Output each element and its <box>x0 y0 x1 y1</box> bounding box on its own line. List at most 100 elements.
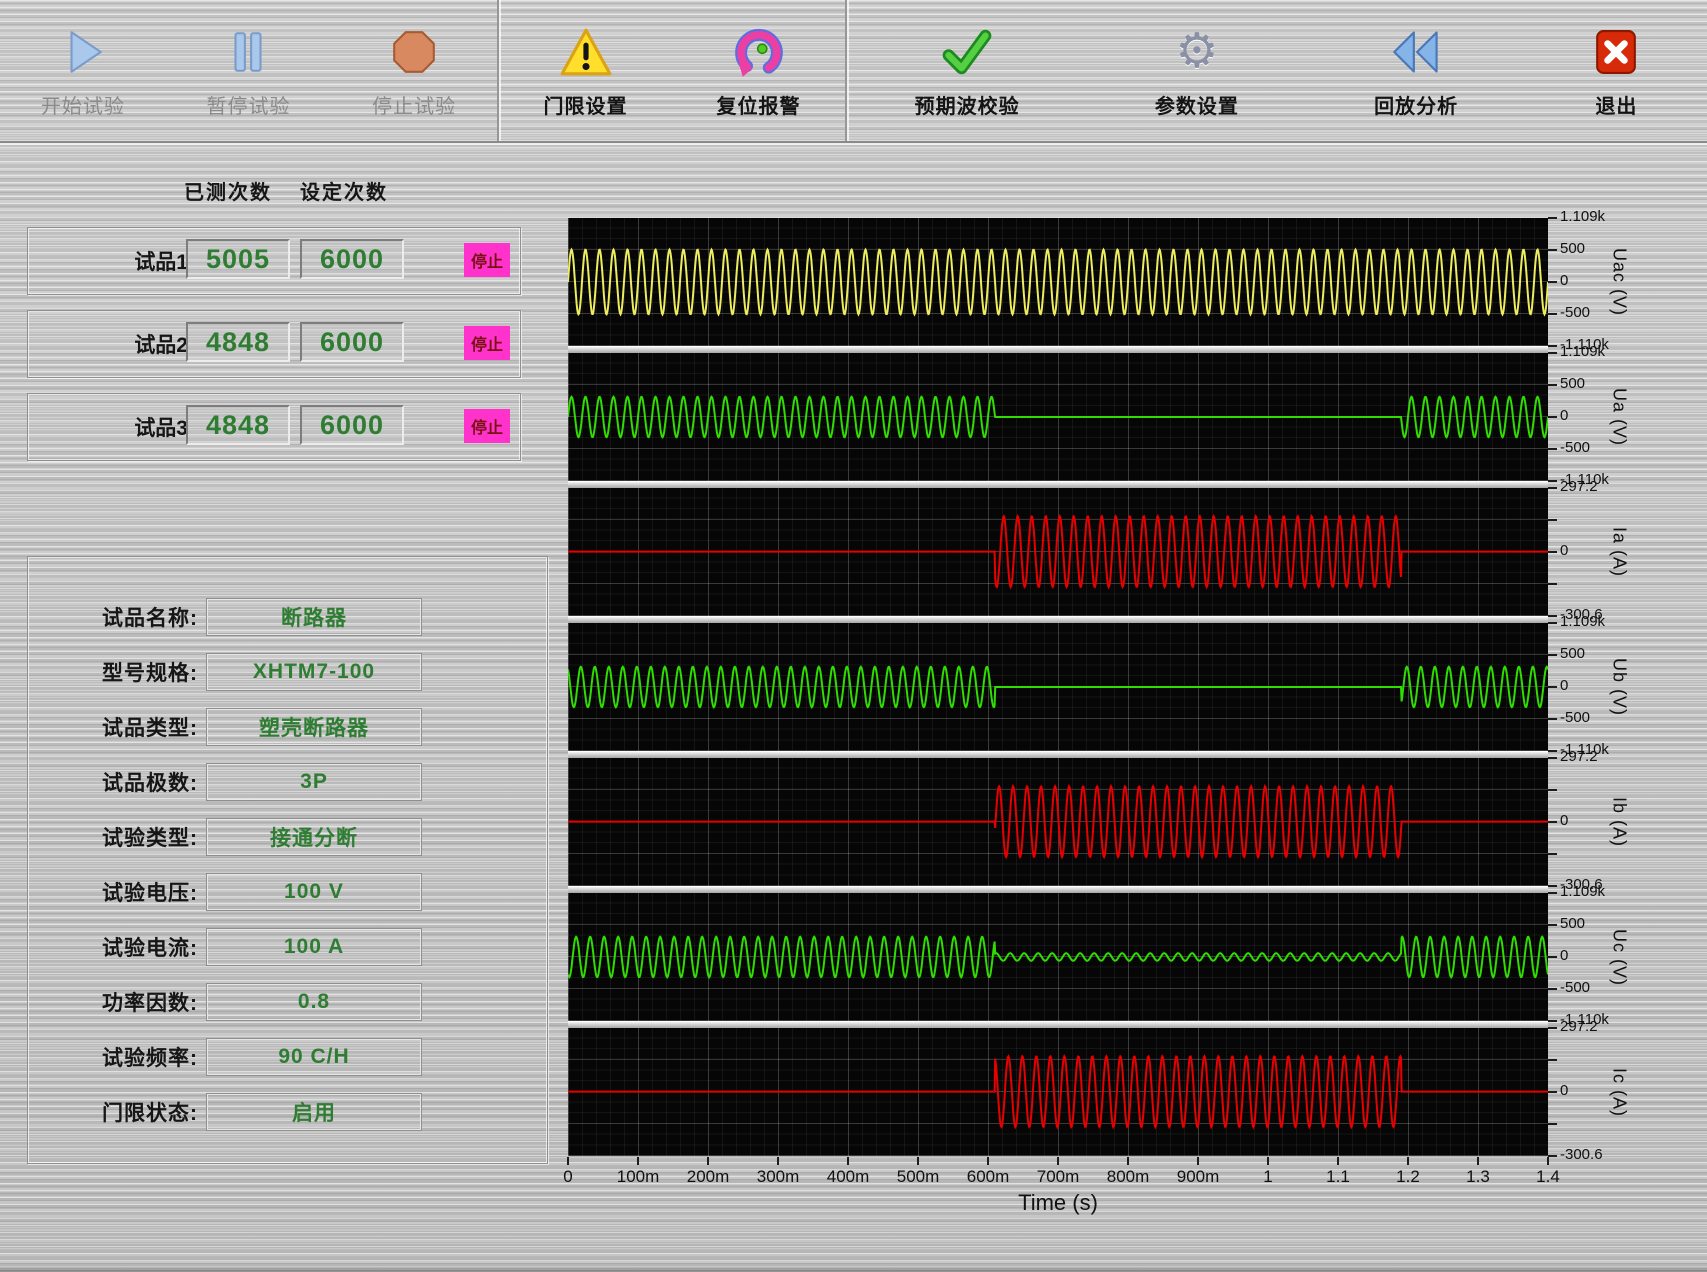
y-tick <box>1548 217 1557 219</box>
y-tick <box>1548 416 1557 418</box>
toolbar-group-run: 开始试验 暂停试验 停止试验 <box>0 0 497 141</box>
x-tick-label: 700m <box>1023 1167 1093 1187</box>
y-tick <box>1548 519 1557 521</box>
exit-button[interactable]: 退出 <box>1593 24 1639 119</box>
specimen-name-value: 断路器 <box>206 598 422 636</box>
start-test-button[interactable]: 开始试验 <box>41 24 125 119</box>
check-icon <box>940 24 994 80</box>
y-tick <box>1548 750 1557 752</box>
x-tick <box>1197 1157 1199 1165</box>
parameter-settings-button[interactable]: ⚙ 参数设置 <box>1155 24 1239 119</box>
axis-title-uc: Uc (V) <box>1604 893 1634 1021</box>
y-tick <box>1548 281 1557 283</box>
x-tick <box>1477 1157 1479 1165</box>
x-tick-label: 600m <box>953 1167 1023 1187</box>
info-row-power-factor: 功率因数: 0.8 <box>28 983 547 1021</box>
y-tick-label: 297.2 <box>1560 1018 1598 1035</box>
toolbar: 开始试验 暂停试验 停止试验 门限设置 <box>0 0 1707 143</box>
x-tick-label: 200m <box>673 1167 743 1187</box>
x-tick-label: 1.3 <box>1443 1167 1513 1187</box>
chart-separator <box>568 346 1548 353</box>
reset-alarm-icon <box>733 24 785 80</box>
info-row-test-type: 试验类型: 接通分断 <box>28 818 547 856</box>
sample3-stop-button[interactable]: 停止 <box>464 409 510 443</box>
x-tick-label: 900m <box>1163 1167 1233 1187</box>
test-current-label: 试验电流: <box>38 928 198 966</box>
info-row-pole-count: 试品极数: 3P <box>28 763 547 801</box>
y-tick-label: 297.2 <box>1560 748 1598 765</box>
toolbar-group-analysis: 预期波校验 ⚙ 参数设置 回放分析 退出 <box>845 0 1707 141</box>
y-tick <box>1548 686 1557 688</box>
specimen-info-panel: 试品名称: 断路器 型号规格: XHTM7-100 试品类型: 塑壳断路器 试品… <box>27 556 548 1164</box>
x-tick <box>637 1157 639 1165</box>
y-tick-label: -1.110k <box>1560 741 1609 758</box>
y-tick <box>1548 1123 1557 1125</box>
y-tick-label: 0 <box>1560 812 1568 829</box>
warning-icon <box>559 24 613 80</box>
playback-analysis-label: 回放分析 <box>1374 90 1458 119</box>
x-tick <box>1337 1157 1339 1165</box>
x-tick <box>777 1157 779 1165</box>
y-tick-label: -500 <box>1560 304 1590 321</box>
info-row-test-frequency: 试验频率: 90 C/H <box>28 1038 547 1076</box>
chart-separator <box>568 886 1548 893</box>
info-row-model-spec: 型号规格: XHTM7-100 <box>28 653 547 691</box>
reset-alarm-label: 复位报警 <box>717 90 801 119</box>
y-tick-label: 297.2 <box>1560 478 1598 495</box>
x-axis-title: Time (s) <box>968 1190 1148 1216</box>
test-voltage-value: 100 V <box>206 873 422 911</box>
axis-title-ic: Ic (A) <box>1604 1028 1634 1156</box>
y-tick <box>1548 789 1557 791</box>
test-current-value: 100 A <box>206 928 422 966</box>
info-row-specimen-name: 试品名称: 断路器 <box>28 598 547 636</box>
threshold-settings-label: 门限设置 <box>544 90 628 119</box>
y-tick <box>1548 718 1557 720</box>
x-tick-label: 800m <box>1093 1167 1163 1187</box>
gear-icon: ⚙ <box>1175 24 1218 80</box>
threshold-settings-button[interactable]: 门限设置 <box>544 24 628 119</box>
test-type-label: 试验类型: <box>38 818 198 856</box>
y-tick-label: 1.109k <box>1560 208 1605 225</box>
sample2-stop-button[interactable]: 停止 <box>464 326 510 360</box>
model-spec-value: XHTM7-100 <box>206 653 422 691</box>
expected-wave-check-label: 预期波校验 <box>915 90 1020 119</box>
chart-separator <box>568 616 1548 623</box>
x-tick <box>1057 1157 1059 1165</box>
y-tick-label: 0 <box>1560 407 1568 424</box>
sample2-counter-box: 试品2 4848 6000 停止 <box>27 310 521 378</box>
chart-separator <box>568 1021 1548 1028</box>
test-type-value: 接通分断 <box>206 818 422 856</box>
x-tick <box>1267 1157 1269 1165</box>
waveform-ub <box>568 667 1548 707</box>
sample3-counter-box: 试品3 4848 6000 停止 <box>27 393 521 461</box>
y-tick <box>1548 622 1557 624</box>
test-voltage-label: 试验电压: <box>38 873 198 911</box>
model-spec-label: 型号规格: <box>38 653 198 691</box>
stop-test-button[interactable]: 停止试验 <box>372 24 456 119</box>
y-tick <box>1548 1020 1557 1022</box>
y-tick-label: -500 <box>1560 709 1590 726</box>
pause-test-label: 暂停试验 <box>206 90 290 119</box>
chart-ib-plot <box>568 758 1548 886</box>
threshold-state-label: 门限状态: <box>38 1093 198 1131</box>
sample1-stop-button[interactable]: 停止 <box>464 243 510 277</box>
playback-analysis-button[interactable]: 回放分析 <box>1374 24 1458 119</box>
pole-count-label: 试品极数: <box>38 763 198 801</box>
x-tick <box>1407 1157 1409 1165</box>
axis-title-ua: Ua (V) <box>1604 353 1634 481</box>
expected-wave-check-button[interactable]: 预期波校验 <box>915 24 1020 119</box>
y-tick-label: -500 <box>1560 439 1590 456</box>
threshold-state-value: 启用 <box>206 1093 422 1131</box>
sample2-set-count: 6000 <box>300 322 404 362</box>
y-tick <box>1548 487 1557 489</box>
pause-test-button[interactable]: 暂停试验 <box>206 24 290 119</box>
x-tick <box>1547 1157 1549 1165</box>
stop-icon <box>389 24 439 80</box>
waveform-ib <box>568 786 1548 857</box>
y-tick <box>1548 885 1557 887</box>
y-tick <box>1548 1155 1557 1157</box>
x-tick-label: 400m <box>813 1167 883 1187</box>
x-tick-label: 1 <box>1233 1167 1303 1187</box>
reset-alarm-button[interactable]: 复位报警 <box>717 24 801 119</box>
y-tick-label: 0 <box>1560 1082 1568 1099</box>
